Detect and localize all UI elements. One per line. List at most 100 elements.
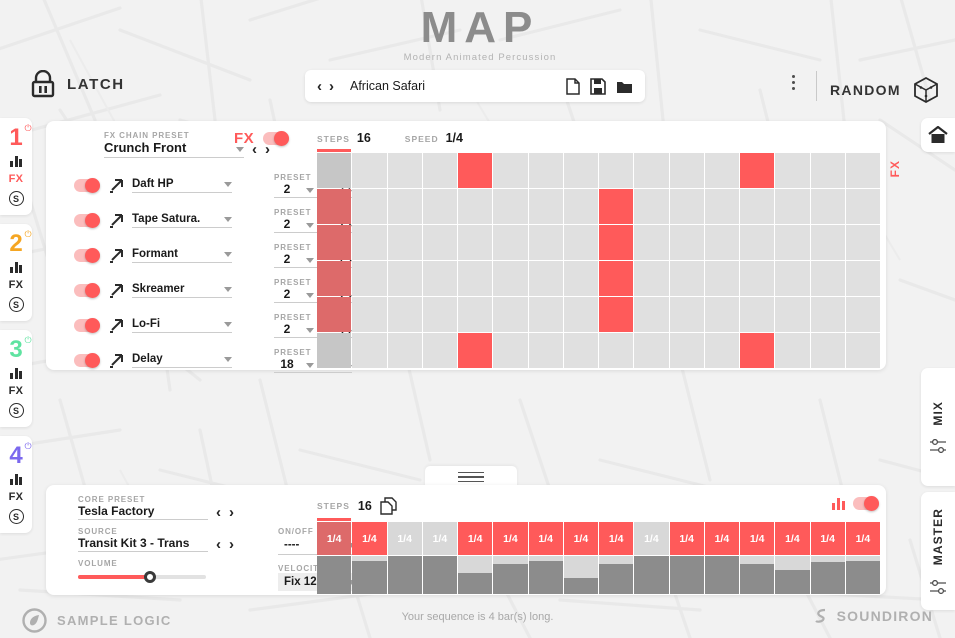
expand-arrow-icon[interactable]: [109, 178, 123, 193]
velocity-bar-cell[interactable]: [845, 556, 880, 594]
grid-cell[interactable]: [563, 261, 598, 296]
core-preset-next-button[interactable]: ›: [229, 505, 234, 520]
open-folder-icon[interactable]: [616, 79, 633, 94]
grid-cell[interactable]: [845, 261, 880, 296]
volume-field[interactable]: VOLUME: [78, 559, 278, 583]
layer-fx-button[interactable]: FX: [9, 385, 24, 397]
power-icon[interactable]: ⏻: [25, 442, 32, 451]
grid-cell[interactable]: [458, 261, 493, 296]
grid-cell[interactable]: [845, 189, 880, 224]
core-preset-prev-button[interactable]: ‹: [216, 505, 221, 520]
volume-slider[interactable]: [78, 571, 206, 583]
fx-vertical-tab[interactable]: FX: [888, 160, 902, 177]
sequence-step-cell[interactable]: 1/4: [387, 522, 422, 555]
power-icon[interactable]: ⏻: [25, 124, 32, 133]
layer-levels-icon[interactable]: [10, 262, 22, 273]
layer-solo-button[interactable]: S: [8, 403, 24, 418]
grid-cell[interactable]: [352, 333, 387, 368]
chevron-down-icon[interactable]: [224, 322, 232, 327]
chevron-down-icon[interactable]: [224, 357, 232, 362]
fx-slot-toggle[interactable]: [74, 353, 100, 368]
chevron-down-icon[interactable]: [236, 147, 244, 152]
layer-levels-icon[interactable]: [10, 156, 22, 167]
save-disk-icon[interactable]: [590, 77, 606, 95]
grid-cell[interactable]: [317, 153, 352, 188]
sequence-step-cell[interactable]: 1/4: [634, 522, 669, 555]
grid-cell[interactable]: [634, 225, 669, 260]
grid-cell[interactable]: [634, 333, 669, 368]
grid-cell[interactable]: [810, 153, 845, 188]
sequence-step-cell[interactable]: 1/4: [528, 522, 563, 555]
grid-cell[interactable]: [458, 297, 493, 332]
grid-cell[interactable]: [493, 189, 528, 224]
grid-cell[interactable]: [740, 297, 775, 332]
sequence-step-cell[interactable]: 1/4: [775, 522, 810, 555]
fx-slot-name[interactable]: Daft HP: [132, 178, 224, 190]
grid-cell[interactable]: [599, 153, 634, 188]
grid-cell[interactable]: [422, 225, 457, 260]
velocity-bar-cell[interactable]: [810, 556, 845, 594]
fx-preset-value[interactable]: 2: [274, 252, 300, 266]
fx-chain-preset-value[interactable]: Crunch Front: [104, 140, 236, 155]
step-sequencer[interactable]: 1/4 1/4 1/4 1/4 1/4 1/4 1/4 1/4 1/4 1/4 1/4 1/4 1/4 1…: [317, 522, 880, 594]
core-preset-value[interactable]: Tesla Factory: [78, 504, 208, 518]
grid-cell[interactable]: [387, 333, 422, 368]
grid-cell[interactable]: [493, 261, 528, 296]
grid-cell[interactable]: [528, 297, 563, 332]
grid-cell[interactable]: [669, 297, 704, 332]
chevron-down-icon[interactable]: [306, 188, 314, 193]
velocity-bar-cell[interactable]: [740, 556, 775, 594]
fx-preset-value[interactable]: 2: [274, 322, 300, 336]
grid-cell[interactable]: [740, 225, 775, 260]
preset-next-button[interactable]: ›: [329, 79, 334, 94]
grid-cell[interactable]: [669, 225, 704, 260]
grid-cell[interactable]: [387, 153, 422, 188]
sequence-view-toggle[interactable]: [853, 496, 879, 511]
fx-slot-name[interactable]: Lo-Fi: [132, 318, 224, 330]
grid-cell[interactable]: [740, 189, 775, 224]
grid-cell[interactable]: [387, 261, 422, 296]
sequence-step-cell[interactable]: 1/4: [422, 522, 457, 555]
fx-slot-name[interactable]: Delay: [132, 353, 224, 365]
grid-cell[interactable]: [669, 333, 704, 368]
chevron-down-icon[interactable]: [306, 293, 314, 298]
grid-cell[interactable]: [563, 153, 598, 188]
grid-cell[interactable]: [704, 333, 739, 368]
grid-cell[interactable]: [528, 189, 563, 224]
mix-tab[interactable]: MIX: [921, 368, 955, 486]
grid-cell[interactable]: [810, 297, 845, 332]
sequence-step-cell[interactable]: 1/4: [563, 522, 598, 555]
grid-cell[interactable]: [387, 297, 422, 332]
bar-levels-icon[interactable]: [832, 497, 845, 510]
grid-cell[interactable]: [704, 261, 739, 296]
grid-cell[interactable]: [669, 261, 704, 296]
layer-solo-button[interactable]: S: [8, 509, 24, 524]
fx-slot-toggle[interactable]: [74, 178, 100, 193]
grid-cell[interactable]: [775, 297, 810, 332]
grid-cell[interactable]: [528, 261, 563, 296]
fx-slot-name[interactable]: Formant: [132, 248, 224, 260]
fx-slot-toggle[interactable]: [74, 283, 100, 298]
grid-cell[interactable]: [634, 189, 669, 224]
grid-cell[interactable]: [634, 297, 669, 332]
grid-cell[interactable]: [775, 333, 810, 368]
random-button[interactable]: RANDOM: [830, 76, 939, 104]
sequence-step-cell[interactable]: 1/4: [352, 522, 387, 555]
chevron-down-icon[interactable]: [306, 328, 314, 333]
velocity-bar-cell[interactable]: [634, 556, 669, 594]
grid-cell[interactable]: [634, 153, 669, 188]
grid-cell[interactable]: [704, 189, 739, 224]
layer-tab-1[interactable]: 1 ⏻ FX S: [0, 118, 32, 215]
grid-cell[interactable]: [317, 297, 352, 332]
chevron-down-icon[interactable]: [306, 363, 314, 368]
preset-name-label[interactable]: African Safari: [350, 79, 566, 93]
grid-cell[interactable]: [317, 261, 352, 296]
layer-tab-4[interactable]: 4 ⏻ FX S: [0, 436, 32, 533]
grid-cell[interactable]: [458, 333, 493, 368]
grid-cell[interactable]: [810, 189, 845, 224]
grid-cell[interactable]: [422, 333, 457, 368]
sequence-step-cell[interactable]: 1/4: [810, 522, 845, 555]
grid-cell[interactable]: [704, 297, 739, 332]
expand-arrow-icon[interactable]: [109, 248, 123, 263]
grid-cell[interactable]: [352, 225, 387, 260]
